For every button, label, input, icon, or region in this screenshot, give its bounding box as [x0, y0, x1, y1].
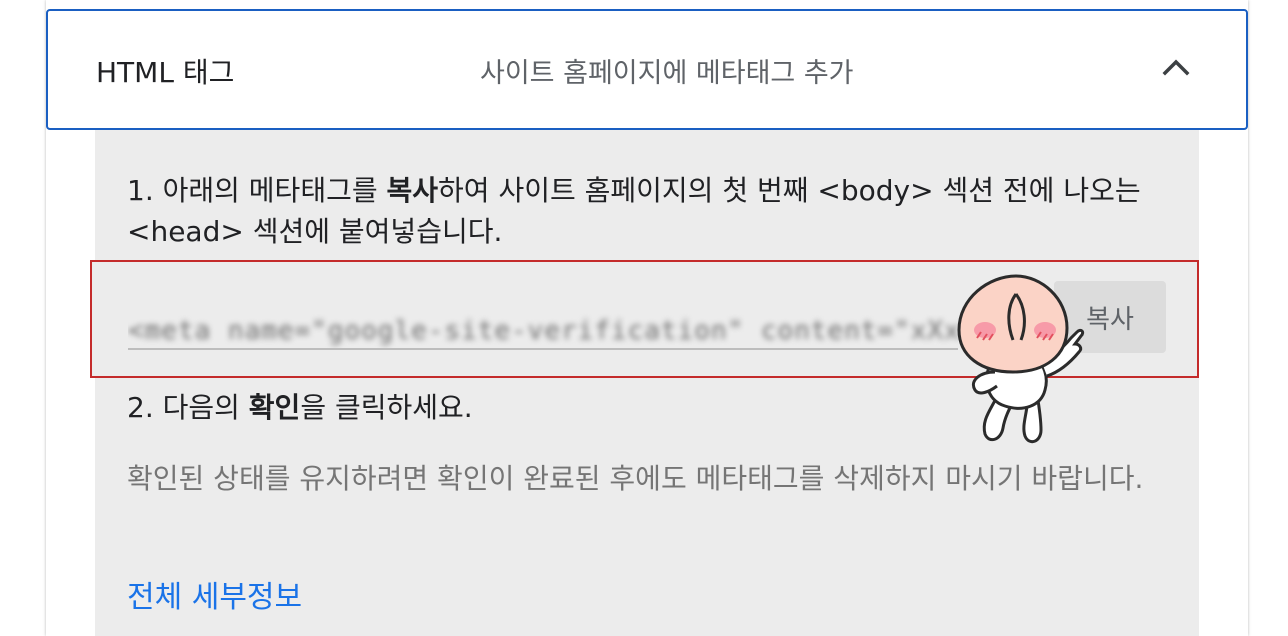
header-subtitle: 사이트 홈페이지에 메타태그 추가 [480, 58, 854, 89]
step-1-prefix: 1. 아래의 메타태그를 [127, 174, 387, 207]
keep-meta-tag-note: 확인된 상태를 유지하려면 확인이 완료된 후에도 메타태그를 삭제하지 마시기… [127, 462, 1144, 495]
instructions-panel: 1. 아래의 메타태그를 복사하여 사이트 홈페이지의 첫 번째 <body> … [90, 130, 1199, 636]
step-2-instruction: 2. 다음의 확인을 클릭하세요. [127, 388, 473, 428]
step-1-instruction: 1. 아래의 메타태그를 복사하여 사이트 홈페이지의 첫 번째 <body> … [127, 170, 1177, 252]
header-title: HTML 태그 [96, 56, 235, 89]
peach-character-sticker [957, 274, 1085, 444]
step-2-bold-confirm: 확인 [248, 391, 301, 424]
meta-tag-value[interactable]: <meta name="google-site-verification" co… [128, 316, 958, 346]
full-details-link[interactable]: 전체 세부정보 [127, 572, 302, 616]
method-header-html-tag[interactable]: HTML 태그 사이트 홈페이지에 메타태그 추가 [46, 9, 1248, 130]
step-1-bold-copy: 복사 [386, 174, 439, 207]
chevron-up-icon[interactable] [1160, 51, 1192, 83]
meta-tag-field[interactable]: <meta name="google-site-verification" co… [128, 310, 958, 350]
step-2-suffix: 을 클릭하세요. [300, 391, 473, 424]
step-2-prefix: 2. 다음의 [127, 391, 249, 424]
